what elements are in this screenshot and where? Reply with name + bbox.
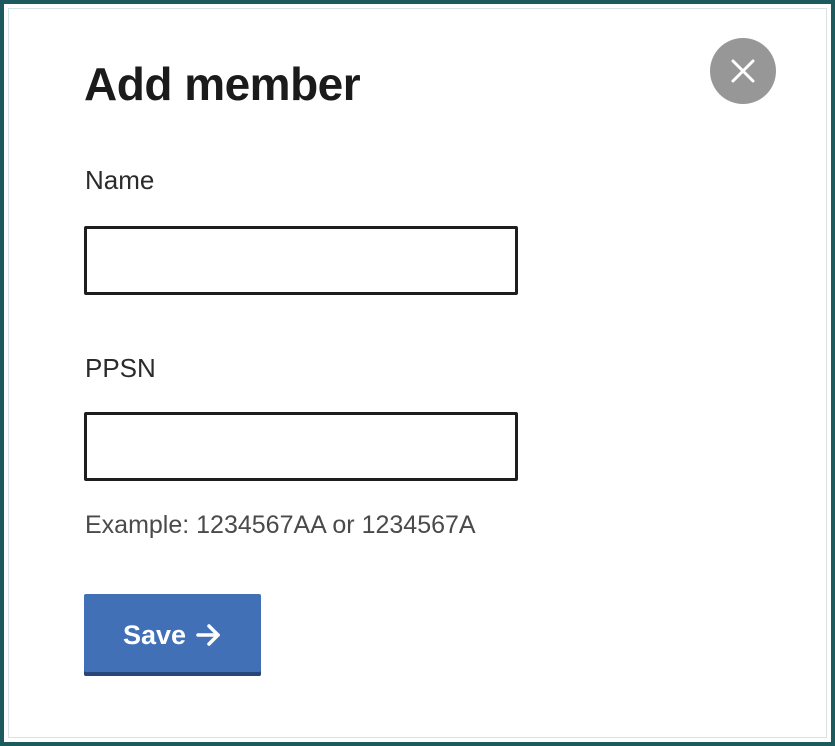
dialog-frame: Add member Name PPSN Example: 1234567AA … [0, 0, 835, 746]
close-button[interactable] [710, 38, 776, 104]
name-label: Name [85, 165, 155, 195]
close-icon [730, 58, 756, 84]
ppsn-label: PPSN [85, 353, 156, 383]
arrow-right-icon [196, 624, 222, 646]
name-input[interactable] [84, 226, 518, 295]
ppsn-input[interactable] [84, 412, 518, 481]
ppsn-hint: Example: 1234567AA or 1234567A [85, 511, 476, 539]
save-button-label: Save [122, 620, 187, 650]
dialog-title: Add member [84, 58, 361, 110]
save-button[interactable]: Save [84, 594, 261, 676]
